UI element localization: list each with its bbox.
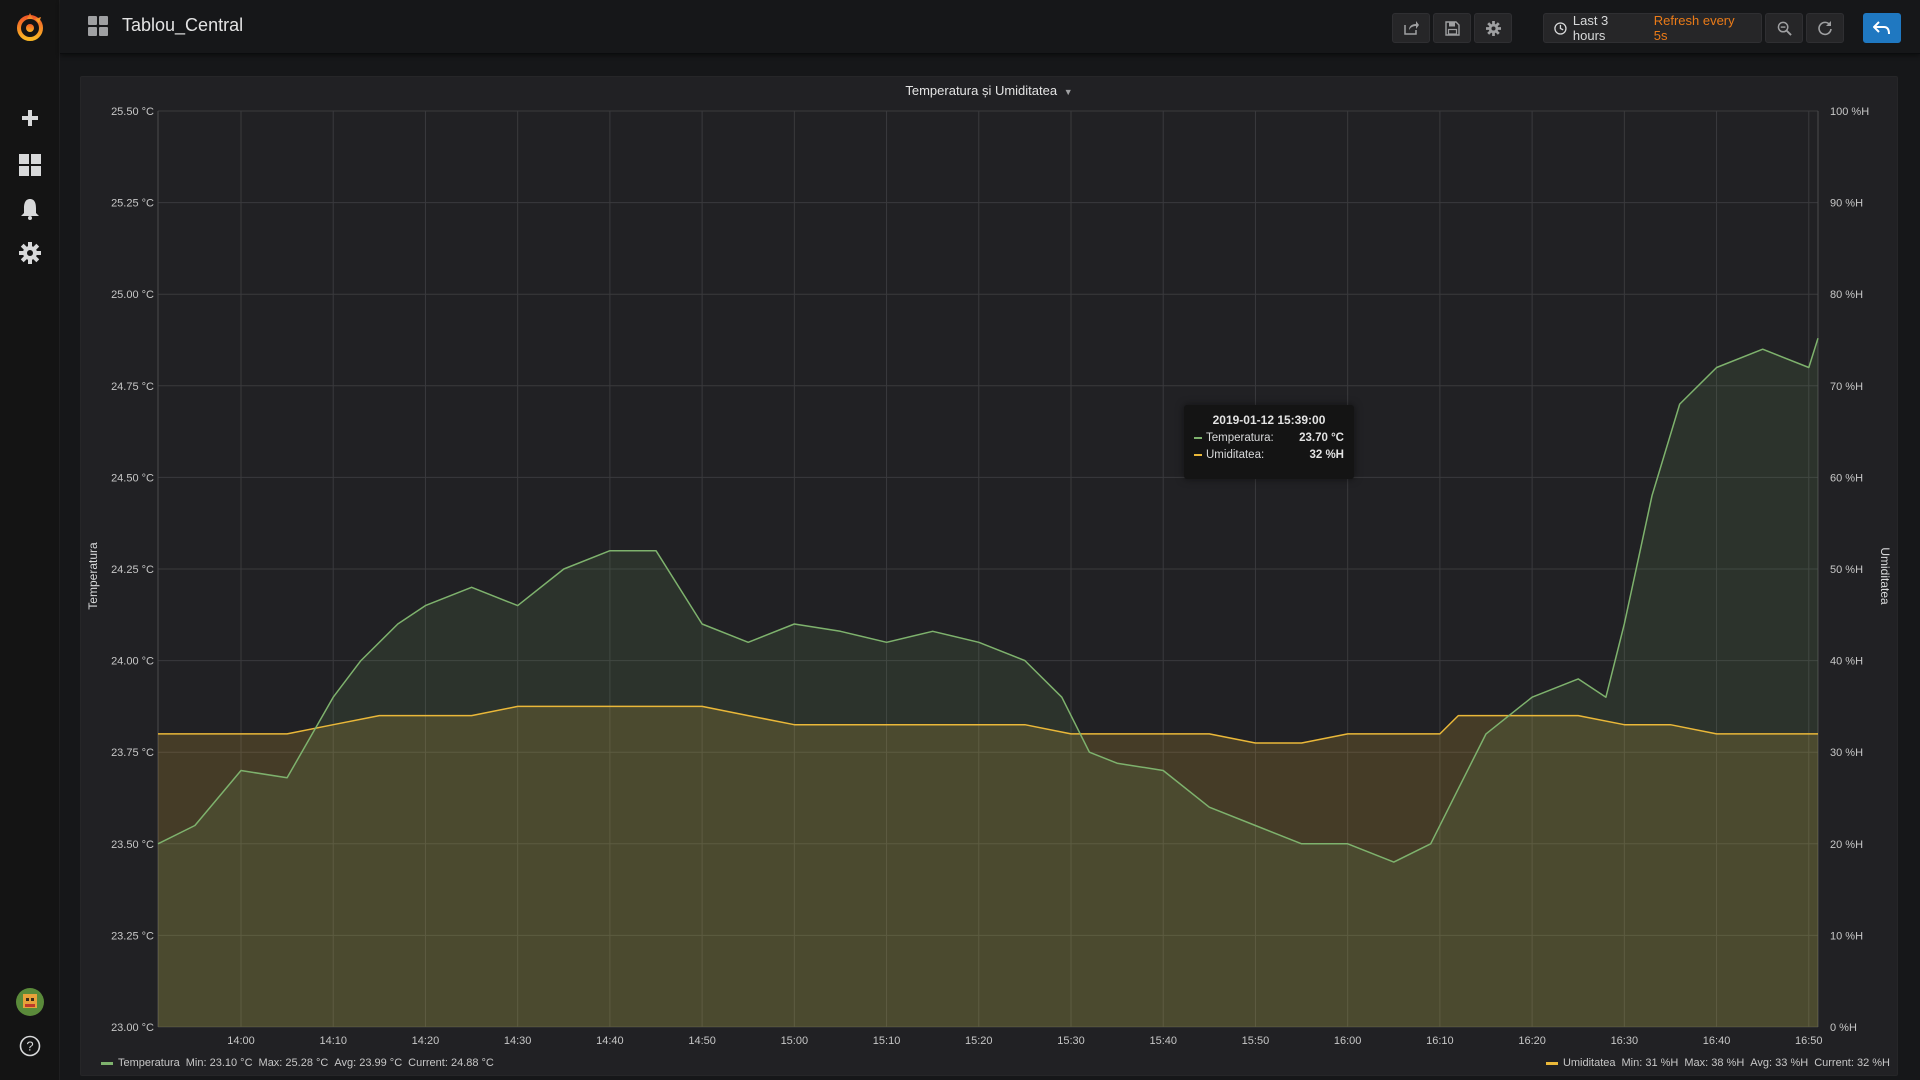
dashboard-title-text: Tablou_Central bbox=[122, 15, 244, 35]
tooltip-time: 2019-01-12 15:39:00 bbox=[1212, 413, 1326, 427]
tooltip-row-temperature: Temperatura: 23.70 °C bbox=[1194, 432, 1344, 444]
back-arrow-icon bbox=[1873, 21, 1890, 35]
time-picker-button[interactable]: Last 3 hours Refresh every 5s bbox=[1543, 13, 1762, 43]
time-range-label: Last 3 hours bbox=[1572, 13, 1609, 43]
user-avatar[interactable] bbox=[0, 982, 60, 1022]
graph-panel: Temperatura și Umiditatea ▼ bbox=[80, 76, 1898, 1076]
svg-text:?: ? bbox=[26, 1039, 33, 1054]
tooltip-row-humidity: Umiditatea: 32 %H bbox=[1194, 449, 1344, 461]
clock-icon bbox=[1554, 21, 1567, 35]
alerting-bell-icon[interactable] bbox=[0, 189, 60, 229]
legend-humidity[interactable]: Umiditatea Min: 31 %H Max: 38 %H Avg: 33… bbox=[1545, 1057, 1890, 1069]
configuration-gear-icon[interactable] bbox=[0, 233, 60, 273]
save-icon bbox=[1444, 20, 1460, 36]
create-plus-icon[interactable] bbox=[0, 98, 60, 138]
back-to-dashboard-button[interactable] bbox=[1863, 13, 1901, 43]
refresh-button[interactable] bbox=[1806, 13, 1844, 43]
temperature-color-swatch[interactable] bbox=[101, 1061, 113, 1065]
hover-tooltip: 2019-01-12 15:39:00 Temperatura: 23.70 °… bbox=[1184, 405, 1354, 479]
top-navbar: Tablou_Central Last 3 hours Refresh ever… bbox=[60, 0, 1920, 54]
dashboard-grid-icon bbox=[88, 15, 108, 36]
panel-menu-caret-icon: ▼ bbox=[1063, 87, 1073, 97]
sidebar: ? bbox=[0, 0, 60, 1080]
humidity-legend-swatch bbox=[1194, 454, 1202, 456]
temperature-legend-swatch bbox=[1194, 437, 1202, 439]
zoom-out-icon bbox=[1777, 21, 1792, 36]
refresh-interval-label: Refresh every 5s bbox=[1653, 13, 1735, 43]
legend-temperature[interactable]: Temperatura Min: 23.10 °C Max: 25.28 °C … bbox=[101, 1057, 494, 1069]
help-icon[interactable]: ? bbox=[0, 1026, 60, 1066]
save-dashboard-button[interactable] bbox=[1433, 13, 1471, 43]
settings-gear-icon bbox=[1485, 20, 1501, 36]
share-button[interactable] bbox=[1392, 13, 1430, 43]
dashboard-settings-button[interactable] bbox=[1474, 13, 1512, 43]
humidity-color-swatch[interactable] bbox=[1545, 1061, 1558, 1065]
share-icon bbox=[1404, 21, 1419, 35]
dashboard-title[interactable]: Tablou_Central bbox=[88, 15, 243, 36]
grafana-logo-icon[interactable] bbox=[0, 7, 60, 47]
zoom-out-button[interactable] bbox=[1765, 13, 1803, 43]
dashboards-grid-icon[interactable] bbox=[0, 145, 60, 185]
panel-title[interactable]: Temperatura și Umiditatea ▼ bbox=[81, 83, 1897, 98]
refresh-icon bbox=[1818, 21, 1832, 36]
